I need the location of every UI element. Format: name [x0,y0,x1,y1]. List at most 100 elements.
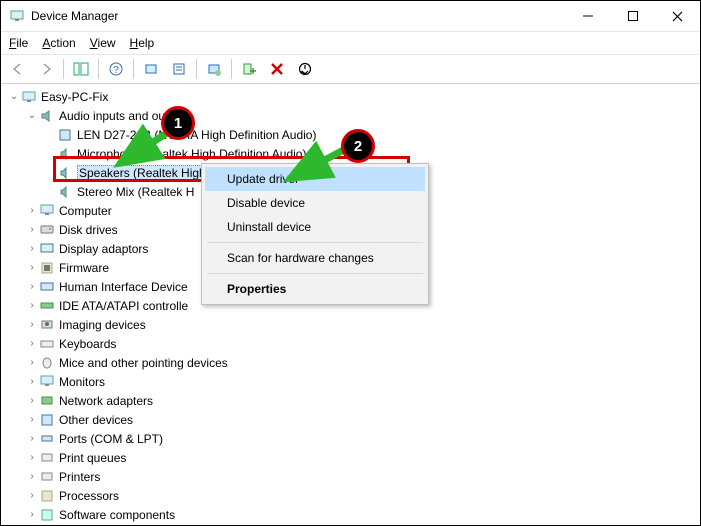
update-driver-button[interactable] [201,56,227,82]
maximize-button[interactable] [610,1,655,31]
category-icon [39,450,55,466]
show-hide-button[interactable] [68,56,94,82]
expand-icon[interactable]: › [25,414,39,425]
device-manager-window: Device Manager File Action View Help ? [0,0,701,526]
toolbar-separator [98,59,99,79]
category-icon [39,393,55,409]
category-icon [39,488,55,504]
tree-category[interactable]: ›Monitors [1,372,700,391]
expand-icon[interactable]: › [25,224,39,235]
close-button[interactable] [655,1,700,31]
expand-icon[interactable]: › [25,376,39,387]
ctx-separator [207,273,423,274]
tree-category[interactable]: ›Network adapters [1,391,700,410]
tree-category[interactable]: ›Software devices [1,524,700,525]
help-button[interactable]: ? [103,56,129,82]
tree-category[interactable]: › Imaging devices [1,315,700,334]
tree-category[interactable]: › Processors [1,486,700,505]
ctx-item-label: Uninstall device [227,220,311,234]
category-icon [39,469,55,485]
category-label: Firmware [59,261,109,275]
category-icon [39,507,55,523]
tree-category[interactable]: › Print queues [1,448,700,467]
category-icon [39,374,55,390]
category-label: Other devices [59,413,133,427]
annotation-badge-2: 2 [341,129,375,163]
category-label: Disk drives [59,223,118,237]
expand-icon[interactable]: › [25,262,39,273]
category-label: Imaging devices [59,318,146,332]
tree-category[interactable]: › Keyboards [1,334,700,353]
window-controls [565,1,700,31]
category-label: Keyboards [59,337,116,351]
category-label: Human Interface Device [59,280,188,294]
uninstall-button[interactable] [264,56,290,82]
ctx-properties[interactable]: Properties [205,277,425,301]
audio-icon [39,108,55,124]
tree-category[interactable]: ›Mice and other pointing devices [1,353,700,372]
enable-button[interactable] [236,56,262,82]
expand-icon[interactable]: › [25,338,39,349]
expand-icon[interactable]: › [25,509,39,520]
toolbar: ? [1,55,700,84]
properties-button[interactable] [166,56,192,82]
collapse-icon[interactable]: ⌄ [25,110,39,121]
expand-icon[interactable]: › [25,357,39,368]
expand-icon[interactable]: › [25,243,39,254]
expand-icon[interactable]: › [25,471,39,482]
expand-icon[interactable]: › [25,433,39,444]
category-icon [39,279,55,295]
back-button[interactable] [5,56,31,82]
expand-icon[interactable]: › [25,490,39,501]
minimize-button[interactable] [565,1,610,31]
menu-action[interactable]: Action [42,36,75,50]
expand-icon[interactable]: › [25,281,39,292]
ctx-item-label: Properties [227,282,286,296]
category-label: Ports (COM & LPT) [59,432,163,446]
menu-file[interactable]: File [9,36,28,50]
category-icon [39,431,55,447]
ctx-disable-device[interactable]: Disable device [205,191,425,215]
category-icon [39,203,55,219]
ctx-separator [207,242,423,243]
scan-button[interactable] [138,56,164,82]
tree-category[interactable]: › Printers [1,467,700,486]
toolbar-separator [133,59,134,79]
tree-category-audio[interactable]: ⌄ Audio inputs and outputs [1,106,700,125]
menu-help[interactable]: Help [130,36,155,50]
expand-icon[interactable]: › [25,452,39,463]
forward-button[interactable] [33,56,59,82]
title-bar: Device Manager [1,1,700,32]
category-icon [39,241,55,257]
tree-root[interactable]: ⌄ Easy-PC-Fix [1,87,700,106]
expand-icon[interactable]: › [25,205,39,216]
app-icon [9,8,25,24]
category-label: Computer [59,204,112,218]
category-label: IDE ATA/ATAPI controlle [59,299,188,313]
category-label: Software components [59,508,175,522]
menu-view[interactable]: View [90,36,116,50]
disable-button[interactable] [292,56,318,82]
tree-category[interactable]: › Software components [1,505,700,524]
expand-icon[interactable]: › [25,395,39,406]
expand-icon[interactable]: › [25,300,39,311]
computer-icon [21,89,37,105]
category-icon [39,355,55,371]
category-label: Display adaptors [59,242,148,256]
ctx-scan-hardware[interactable]: Scan for hardware changes [205,246,425,270]
ctx-uninstall-device[interactable]: Uninstall device [205,215,425,239]
category-label: Printers [59,470,100,484]
category-icon [39,317,55,333]
root-label: Easy-PC-Fix [41,90,108,104]
expand-icon[interactable]: › [25,319,39,330]
tree-category[interactable]: › Other devices [1,410,700,429]
ctx-item-label: Scan for hardware changes [227,251,374,265]
device-label: Stereo Mix (Realtek H [77,185,194,199]
category-label: Processors [59,489,119,503]
category-label: Print queues [59,451,126,465]
ctx-item-label: Disable device [227,196,305,210]
speaker-icon [57,127,73,143]
category-icon [39,298,55,314]
collapse-icon[interactable]: ⌄ [7,91,21,102]
tree-category[interactable]: › Ports (COM & LPT) [1,429,700,448]
